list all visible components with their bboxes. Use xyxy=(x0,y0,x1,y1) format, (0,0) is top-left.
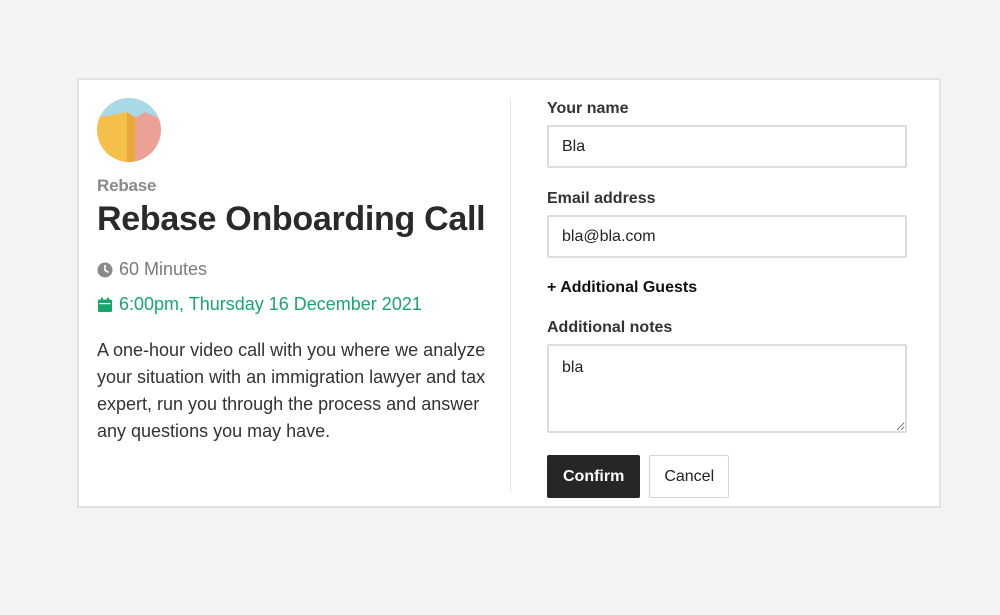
calendar-icon xyxy=(98,297,112,312)
email-input[interactable] xyxy=(547,215,907,258)
form-actions: Confirm Cancel xyxy=(547,455,907,498)
duration-text: 60 Minutes xyxy=(119,259,208,279)
additional-guests-link[interactable]: + Additional Guests xyxy=(547,279,697,297)
clock-icon xyxy=(97,262,113,277)
column-divider xyxy=(510,98,511,492)
confirm-button[interactable]: Confirm xyxy=(547,455,641,498)
event-title: Rebase Onboarding Call xyxy=(97,200,486,238)
notes-group: Additional notes bla xyxy=(547,319,907,438)
event-datetime: 6:00pm, Thursday 16 December 2021 xyxy=(97,294,497,315)
name-label: Your name xyxy=(547,100,629,117)
booking-form: Your name Email address + Additional Gue… xyxy=(547,100,907,498)
name-group: Your name xyxy=(547,100,907,168)
name-input[interactable] xyxy=(547,125,907,168)
notes-textarea[interactable]: bla xyxy=(547,344,907,433)
cancel-button[interactable]: Cancel xyxy=(649,455,730,498)
event-description: A one-hour video call with you where we … xyxy=(97,340,486,441)
event-details: Rebase Rebase Onboarding Call 60 Minutes… xyxy=(97,98,497,445)
email-label: Email address xyxy=(547,190,656,207)
organization-name: Rebase xyxy=(97,176,157,195)
organization-avatar xyxy=(97,98,161,162)
notes-label: Additional notes xyxy=(547,319,673,336)
email-group: Email address xyxy=(547,190,907,258)
event-duration: 60 Minutes xyxy=(97,259,497,280)
booking-card: Rebase Rebase Onboarding Call 60 Minutes… xyxy=(77,78,941,508)
datetime-text: 6:00pm, Thursday 16 December 2021 xyxy=(119,294,422,314)
